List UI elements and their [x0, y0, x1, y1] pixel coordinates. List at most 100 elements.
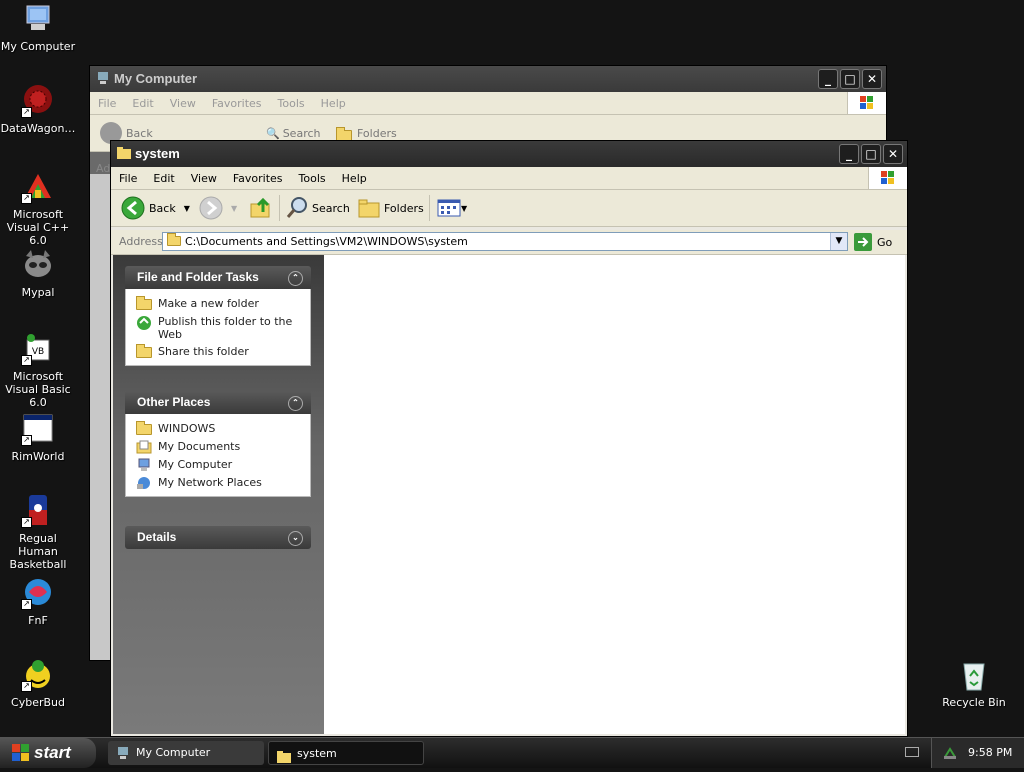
menu-edit[interactable]: Edit [145, 172, 182, 185]
shortcut-arrow-icon: ↗ [21, 681, 32, 692]
collapse-chevron-icon[interactable]: ⌃ [288, 396, 303, 411]
menu-tools[interactable]: Tools [270, 97, 313, 110]
views-button[interactable]: ▼ [437, 190, 467, 226]
file-folder-tasks-panel: File and Folder Tasks ⌃ Make a new folde… [125, 266, 311, 366]
taskbar-item-label: system [297, 747, 337, 760]
menu-favorites[interactable]: Favorites [225, 172, 291, 185]
menu-help[interactable]: Help [313, 97, 354, 110]
desktop-icon-mypal[interactable]: Mypal [0, 248, 78, 299]
views-dropdown-icon: ▼ [461, 203, 468, 213]
taskbar-item-system[interactable]: system [268, 741, 424, 765]
address-field[interactable]: C:\Documents and Settings\VM2\WINDOWS\sy… [162, 232, 848, 251]
desktop-icon-fnf[interactable]: ↗ FnF [0, 576, 78, 627]
minimize-button[interactable]: _ [818, 69, 838, 89]
desktop-icon-basketball[interactable]: ↗ Regual Human Basketball [0, 494, 78, 571]
toolbar: Back ▼ ▼ Search Folders ▼ [111, 190, 907, 227]
expand-chevron-icon[interactable]: ⌄ [288, 531, 303, 546]
desktop-icon-label: DataWagon… [0, 122, 76, 135]
desktop-icon-label: RimWorld [11, 450, 65, 463]
clock[interactable]: 9:58 PM [968, 746, 1012, 759]
place-label: WINDOWS [158, 422, 216, 435]
menu-favorites[interactable]: Favorites [204, 97, 270, 110]
task-label: Publish this folder to the Web [158, 315, 293, 341]
menu-tools[interactable]: Tools [291, 172, 334, 185]
folder-content-area[interactable] [324, 255, 905, 734]
maximize-button[interactable]: □ [840, 69, 860, 89]
datawagon-icon: ↗ [21, 84, 55, 118]
menu-help[interactable]: Help [334, 172, 375, 185]
network-tray-icon[interactable] [942, 745, 958, 761]
network-places-icon [136, 476, 152, 490]
place-my-documents[interactable]: My Documents [126, 438, 310, 456]
up-folder-icon [250, 197, 270, 218]
shortcut-arrow-icon: ↗ [21, 193, 32, 204]
back-label: Back [126, 126, 153, 140]
desktop-icon-rimworld[interactable]: ↗ RimWorld [0, 412, 78, 463]
desktop-icon-visual-cpp[interactable]: ↗ Microsoft Visual C++ 6.0 [0, 170, 78, 247]
up-folder-button[interactable] [249, 190, 273, 226]
window-title: My Computer [114, 71, 198, 86]
panel-header[interactable]: File and Folder Tasks ⌃ [125, 266, 311, 289]
panel-title: File and Folder Tasks [137, 270, 259, 284]
taskbar-item-my-computer[interactable]: My Computer [108, 741, 264, 765]
menu-file[interactable]: File [90, 97, 124, 110]
menu-view[interactable]: View [162, 97, 204, 110]
folders-label: Folders [357, 126, 397, 140]
keyboard-icon[interactable] [905, 747, 919, 757]
forward-arrow-icon [199, 196, 223, 220]
folder-icon [136, 421, 152, 436]
desktop-icon-recycle-bin[interactable]: Recycle Bin [934, 658, 1014, 709]
folder-icon [117, 146, 131, 160]
go-button[interactable]: Go [854, 232, 892, 252]
desktop-icon-label: Recycle Bin [942, 696, 1006, 709]
forward-button[interactable]: ▼ [199, 190, 237, 226]
minimize-button[interactable]: _ [839, 144, 859, 164]
desktop-icon-label: My Computer [0, 40, 76, 53]
place-windows[interactable]: WINDOWS [126, 420, 310, 438]
panel-header[interactable]: Details ⌄ [125, 526, 311, 549]
menu-file[interactable]: File [111, 172, 145, 185]
task-make-new-folder[interactable]: Make a new folder [126, 295, 310, 313]
menu-edit[interactable]: Edit [124, 97, 161, 110]
title-bar[interactable]: My Computer _ □ ✕ [90, 66, 886, 92]
share-folder-icon [136, 344, 152, 359]
task-share-folder[interactable]: Share this folder [126, 343, 310, 361]
new-folder-icon [136, 296, 152, 311]
folders-button[interactable]: Folders [357, 190, 424, 226]
menu-view[interactable]: View [183, 172, 225, 185]
folder-icon [277, 748, 291, 763]
start-button[interactable]: start [0, 738, 96, 768]
close-button[interactable]: ✕ [862, 69, 882, 89]
desktop-icon-visual-basic[interactable]: VB ↗ Microsoft Visual Basic 6.0 [0, 332, 78, 409]
desktop-icon-cyberbud[interactable]: ↗ CyberBud [0, 658, 78, 709]
shortcut-arrow-icon: ↗ [21, 107, 32, 118]
place-my-computer[interactable]: My Computer [126, 456, 310, 474]
desktop-icon-label: Microsoft Visual Basic 6.0 [5, 370, 71, 409]
menu-bar: File Edit View Favorites Tools Help [111, 167, 907, 190]
back-dropdown-icon[interactable]: ▼ [184, 204, 190, 213]
task-pane: File and Folder Tasks ⌃ Make a new folde… [113, 255, 324, 734]
maximize-button[interactable]: □ [861, 144, 881, 164]
desktop-icon-datawagon[interactable]: ↗ DataWagon… [0, 84, 78, 135]
address-dropdown-button[interactable]: ▼ [830, 233, 847, 250]
taskbar-item-label: My Computer [136, 746, 211, 759]
system-window[interactable]: system _ □ ✕ File Edit View Favorites To… [111, 141, 907, 736]
title-bar[interactable]: system _ □ ✕ [111, 141, 907, 167]
panel-header[interactable]: Other Places ⌃ [125, 391, 311, 414]
windows-logo-icon [12, 744, 29, 761]
taskbar: start My Computer system 9:58 PM [0, 737, 1024, 768]
windows-logo-icon [847, 92, 886, 114]
my-computer-icon [96, 71, 110, 85]
back-label: Back [149, 201, 176, 215]
search-button[interactable]: Search [285, 190, 350, 226]
shortcut-arrow-icon: ↗ [21, 599, 32, 610]
close-button[interactable]: ✕ [883, 144, 903, 164]
desktop-icon-my-computer[interactable]: My Computer [0, 2, 78, 53]
folders-icon [358, 199, 380, 218]
task-publish-to-web[interactable]: Publish this folder to the Web [126, 313, 310, 343]
folders-icon [336, 126, 352, 141]
forward-dropdown-icon[interactable]: ▼ [231, 204, 237, 213]
back-button[interactable]: Back ▼ [121, 190, 190, 226]
collapse-chevron-icon[interactable]: ⌃ [288, 271, 303, 286]
place-my-network-places[interactable]: My Network Places [126, 474, 310, 492]
